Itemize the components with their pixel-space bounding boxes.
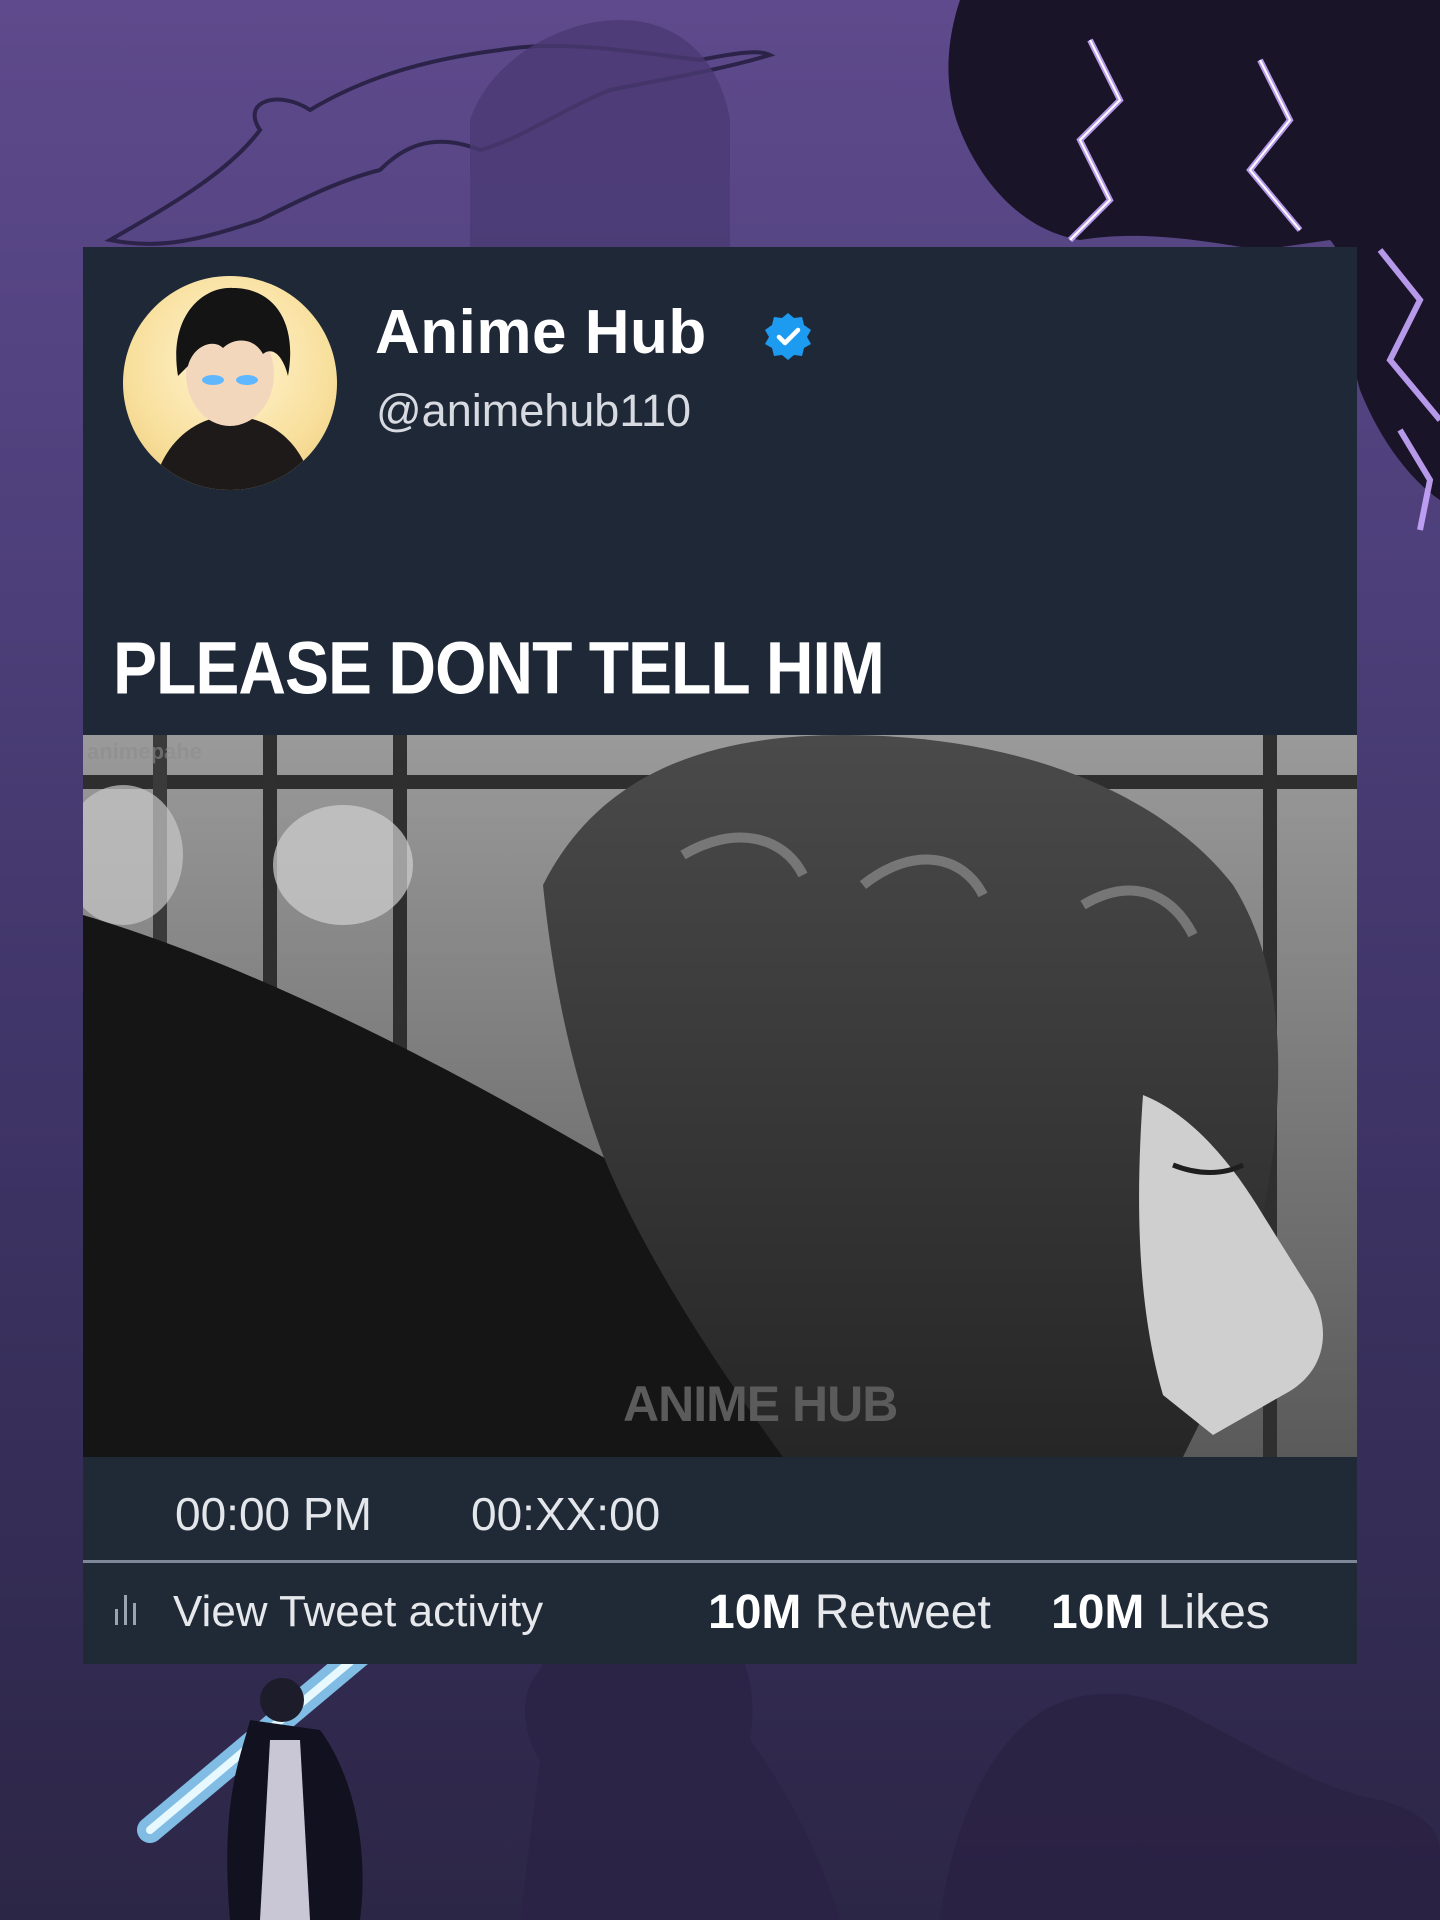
- tweet-date[interactable]: 00:XX:00: [471, 1487, 660, 1541]
- user-handle[interactable]: @animehub110: [376, 385, 691, 437]
- view-tweet-activity-link[interactable]: View Tweet activity: [173, 1587, 543, 1637]
- verified-badge-icon: [765, 313, 811, 360]
- display-name[interactable]: Anime Hub: [375, 297, 707, 368]
- tweet-time[interactable]: 00:00 PM: [175, 1487, 372, 1541]
- tweet-card: Anime Hub @animehub110 PLEASE DONT TELL …: [83, 247, 1357, 1664]
- avatar[interactable]: [123, 276, 337, 490]
- likes-label: Likes: [1157, 1586, 1270, 1639]
- media-watermark: ANIME HUB: [623, 1376, 898, 1432]
- tweet-actions-row: View Tweet activity 10M Retweet 10M Like…: [83, 1563, 1357, 1664]
- tweet-text: PLEASE DONT TELL HIM: [113, 626, 885, 709]
- shadow-creature-silhouette: [940, 1693, 1440, 1920]
- likes-stat[interactable]: 10M Likes: [1051, 1585, 1270, 1640]
- dragon-silhouette: [104, 43, 776, 246]
- likes-count: 10M: [1051, 1586, 1145, 1639]
- bar-chart-icon: [115, 1595, 136, 1625]
- tweet-media[interactable]: animepahe ANIME HUB: [83, 735, 1357, 1457]
- tweet-timestamp-row: 00:00 PM 00:XX:00: [83, 1457, 1357, 1567]
- swordsman-character: [137, 1607, 413, 1920]
- media-watermark-top: animepahe: [87, 739, 202, 764]
- retweet-count: 10M: [708, 1586, 802, 1639]
- tower-silhouette: [470, 20, 730, 250]
- retweet-stat[interactable]: 10M Retweet: [708, 1585, 991, 1640]
- retweet-label: Retweet: [814, 1586, 991, 1639]
- avatar-image: [153, 287, 313, 490]
- media-frame: [83, 735, 1357, 1457]
